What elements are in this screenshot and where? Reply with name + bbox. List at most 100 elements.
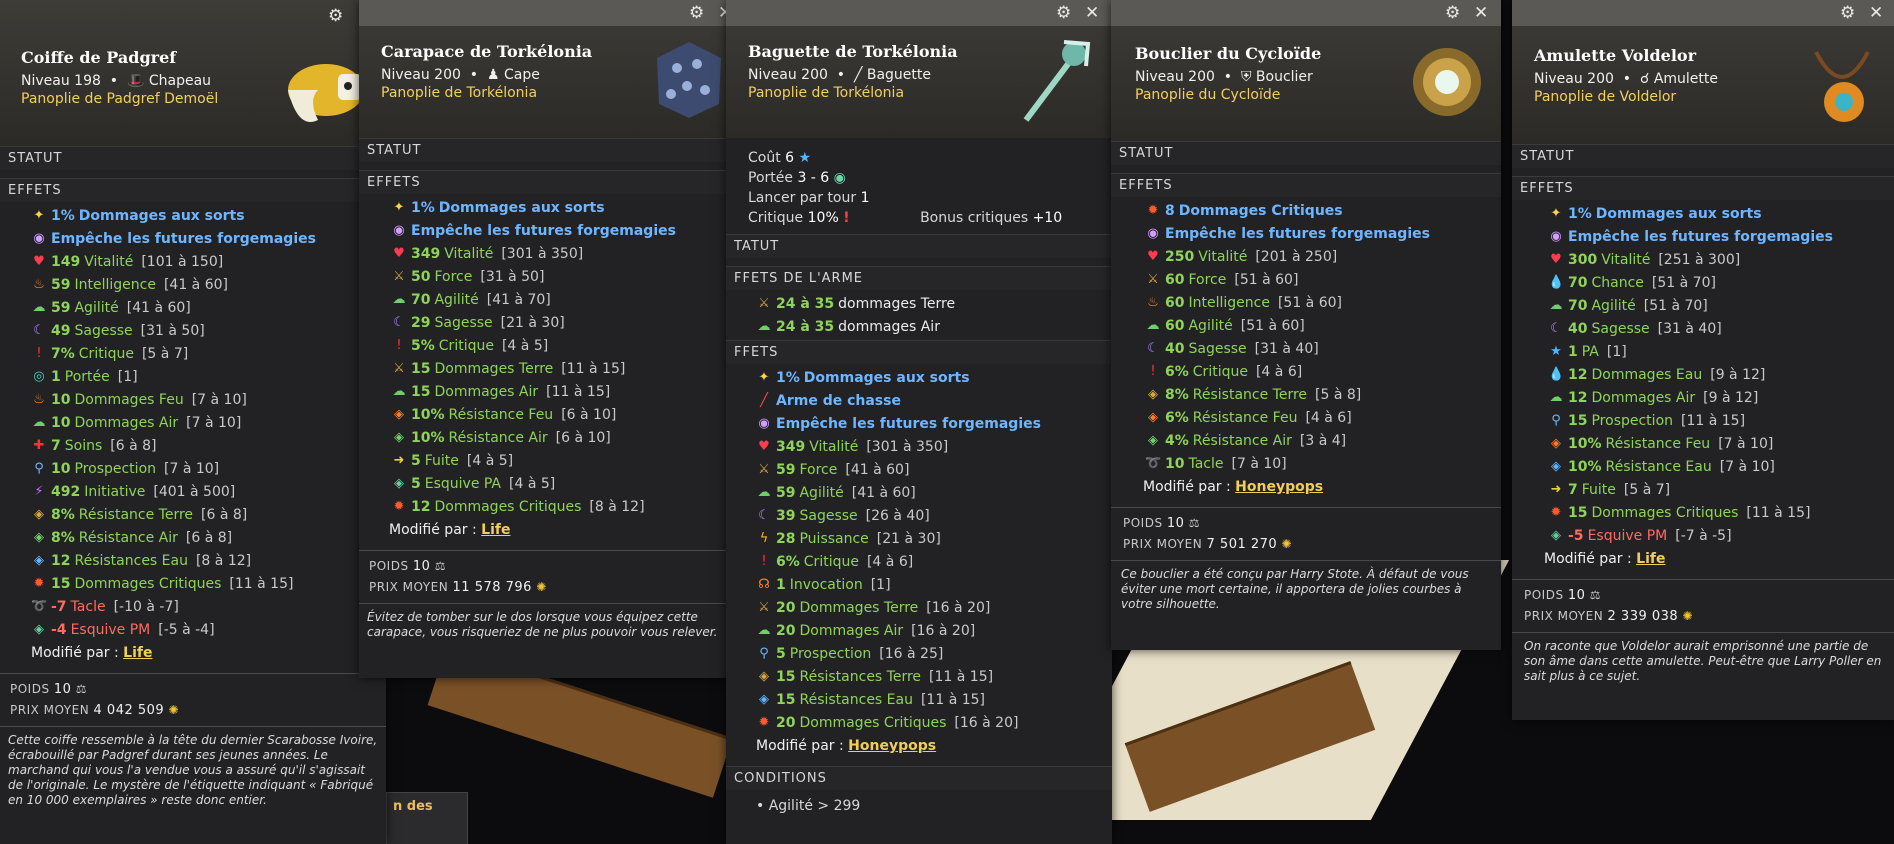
effect-name: Esquive PA — [424, 475, 502, 492]
wis-icon: ☾ — [1550, 321, 1562, 336]
effect-row: ◈ 15 Résistances Terre [11 à 15] — [756, 665, 1112, 688]
effect-name: Invocation — [789, 576, 863, 593]
effect-range: [5 à 7] — [141, 345, 189, 362]
divider — [1111, 560, 1501, 561]
item-header: ⚙ ✕ Carapace de Torkélonia Niveau 200 • … — [359, 0, 745, 138]
effect-row: ☾ 29 Sagesse [21 à 30] — [391, 311, 745, 334]
item-set-link[interactable]: Panoplie de Torkélonia — [748, 85, 958, 101]
effect-row: ♨ 10 Dommages Feu [7 à 10] — [31, 388, 386, 411]
close-icon[interactable]: ✕ — [1085, 4, 1099, 22]
kamas-icon: ✺ — [1281, 537, 1293, 551]
effect-name: Résistance Feu — [1605, 435, 1711, 452]
effect-row: ➜ 7 Fuite [5 à 7] — [1548, 478, 1894, 501]
item-description: Ce bouclier a été conçu par Harry Stote.… — [1121, 567, 1469, 611]
modified-by: Modifié par : Life — [359, 522, 745, 538]
effect-name: Vitalité — [1198, 248, 1248, 265]
effect-row: ◈ 10% Résistance Eau [7 à 10] — [1548, 455, 1894, 478]
effect-value: 1% — [51, 207, 75, 224]
wis-icon: ☾ — [758, 508, 770, 523]
item-set-link[interactable]: Panoplie de Torkélonia — [381, 85, 592, 101]
effect-value: 8% — [51, 529, 75, 546]
item-set-link[interactable]: Panoplie de Padgref Demoël — [21, 91, 218, 107]
effect-name: Portée — [64, 368, 110, 385]
effect-row: ✹ 12 Dommages Critiques [8 à 12] — [391, 495, 745, 518]
effect-value: 10 — [51, 460, 71, 477]
flee-icon: ➜ — [1550, 482, 1562, 497]
gear-icon[interactable]: ⚙ — [689, 4, 704, 22]
chat-box[interactable]: n des — [386, 792, 468, 844]
close-icon[interactable]: ✕ — [1869, 4, 1883, 22]
effect-range: [4 à 5] — [466, 452, 514, 469]
cape-icon: ♟ — [486, 67, 500, 83]
heal-icon: ✚ — [33, 438, 45, 453]
gear-icon[interactable]: ⚙ — [1056, 4, 1071, 22]
effect-row: ◉ Empêche les futures forgemagies — [31, 227, 386, 250]
item-set-link[interactable]: Panoplie de Voldelor — [1534, 89, 1718, 105]
effect-range: [11 à 15] — [561, 360, 626, 377]
gear-icon[interactable]: ⚙ — [1445, 4, 1460, 22]
effect-value: 49 — [51, 322, 71, 339]
effect-range: [41 à 60] — [851, 484, 916, 501]
modifier-link[interactable]: Life — [1636, 551, 1665, 567]
effect-name: Résistance Feu — [1192, 409, 1298, 426]
effect-range: [5 à 7] — [1623, 481, 1671, 498]
effect-range: [1] — [870, 576, 891, 593]
effect-value: 1% — [776, 369, 800, 386]
effect-value: 12 — [411, 498, 431, 515]
effects-section: FFETS — [726, 340, 1112, 364]
close-icon[interactable]: ✕ — [1474, 4, 1488, 22]
effect-row: ♥ 300 Vitalité [251 à 300] — [1548, 248, 1894, 271]
agi-icon: ☁ — [757, 623, 771, 638]
dodge-icon: ◈ — [34, 622, 44, 637]
effect-value: 60 — [1165, 271, 1185, 288]
effect-name: Critique — [78, 345, 134, 362]
item-name: Baguette de Torkélonia — [748, 42, 958, 61]
effect-row: ◈ 15 Résistances Eau [11 à 15] — [756, 688, 1112, 711]
effect-row: ✹ 8 Dommages Critiques — [1145, 199, 1501, 222]
effect-row: ♨ 59 Intelligence [41 à 60] — [31, 273, 386, 296]
effect-value: 15 — [1568, 412, 1588, 429]
modifier-link[interactable]: Honeypops — [1235, 479, 1323, 495]
weight-icon: ⚖ — [434, 559, 447, 573]
effect-row: ♥ 349 Vitalité [301 à 350] — [391, 242, 745, 265]
item-description: Évitez de tomber sur le dos lorsque vous… — [367, 610, 718, 639]
str-icon: ⚔ — [758, 296, 770, 311]
effect-row: ✦ 1% Dommages aux sorts — [391, 196, 745, 219]
effect-range: [6 à 8] — [110, 437, 157, 454]
modifier-link[interactable]: Life — [123, 645, 152, 661]
effect-name: Intelligence — [1188, 294, 1270, 311]
res-air-icon: ◈ — [1148, 433, 1158, 448]
modifier-link[interactable]: Life — [481, 522, 510, 538]
crit-icon: ! — [396, 338, 402, 353]
effect-value: 15 — [411, 383, 431, 400]
item-set-link[interactable]: Panoplie du Cycloïde — [1135, 87, 1321, 103]
effect-row: ♥ 149 Vitalité [101 à 150] — [31, 250, 386, 273]
wand-icon: ╱ — [853, 67, 863, 83]
price-value: 7 501 270 — [1206, 537, 1278, 552]
effect-row: ⚔ 20 Dommages Terre [16 à 20] — [756, 596, 1112, 619]
effect-row: 💧 12 Dommages Eau [9 à 12] — [1548, 363, 1894, 386]
effects-section: EFFETS — [1111, 173, 1501, 197]
gear-icon[interactable]: ⚙ — [1840, 4, 1855, 22]
effect-name: Sagesse — [1591, 320, 1650, 337]
effect-name: Résistance Terre — [78, 506, 194, 523]
effect-range: [8 à 12] — [589, 498, 645, 515]
effect-range: [51 à 60] — [1277, 294, 1342, 311]
effect-range: [16 à 20] — [911, 622, 976, 639]
effect-row: ! 6% Critique [4 à 6] — [1145, 360, 1501, 383]
effect-value: 20 — [776, 714, 796, 731]
effect-value: 15 — [776, 668, 796, 685]
effect-row: ➜ 5 Fuite [4 à 5] — [391, 449, 745, 472]
divider — [1512, 579, 1894, 580]
weight-icon: ⚖ — [1589, 588, 1602, 602]
per-turn-value: 1 — [860, 190, 870, 206]
modifier-link[interactable]: Honeypops — [848, 738, 936, 754]
effect-name: Sagesse — [799, 507, 858, 524]
crit-icon: ! — [843, 210, 850, 226]
effect-value: 10 — [51, 391, 71, 408]
gear-icon[interactable]: ⚙ — [328, 7, 343, 25]
agi-icon: ☁ — [32, 300, 46, 315]
effect-name: Tacle — [70, 598, 106, 615]
effect-name: Résistance Air — [78, 529, 178, 546]
vita-icon: ♥ — [33, 254, 45, 269]
